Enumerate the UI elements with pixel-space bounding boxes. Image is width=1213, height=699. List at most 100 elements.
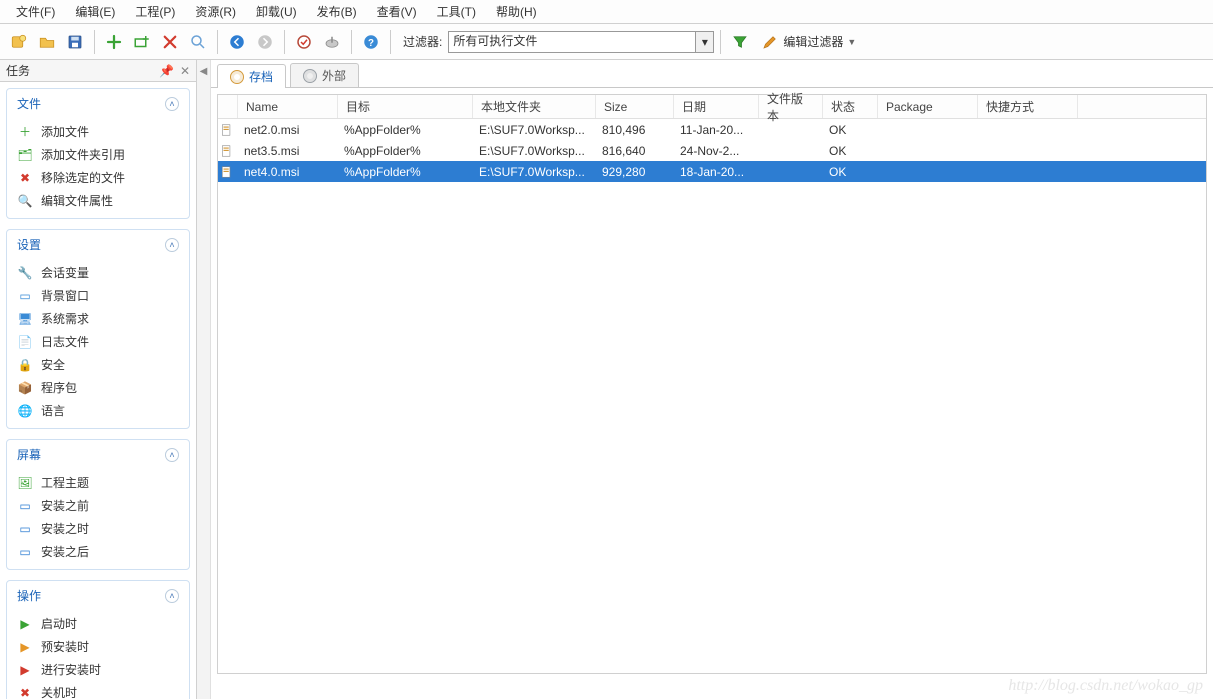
task-group-header[interactable]: 设置 ˄ bbox=[7, 230, 189, 259]
task-group-header[interactable]: 操作˄ bbox=[7, 581, 189, 610]
task-item-icon: 🖥 bbox=[17, 311, 33, 327]
task-item-icon: ✖ bbox=[17, 170, 33, 186]
pin-icon[interactable]: 📌 bbox=[159, 64, 174, 78]
grid-column-header[interactable]: 文件版本 bbox=[759, 95, 823, 118]
task-item[interactable]: ▭ 安装之后 bbox=[7, 540, 189, 563]
task-item[interactable]: ✖关机时 bbox=[7, 681, 189, 699]
grid-column-header[interactable]: 目标 bbox=[338, 95, 473, 118]
menu-item[interactable]: 帮助(H) bbox=[486, 1, 547, 22]
pencil-icon bbox=[761, 33, 779, 51]
search-button[interactable] bbox=[185, 29, 211, 55]
task-item-icon: 🔧 bbox=[17, 265, 33, 281]
table-cell: OK bbox=[821, 144, 876, 158]
task-item[interactable]: ✖移除选定的文件 bbox=[7, 166, 189, 189]
menu-item[interactable]: 编辑(E) bbox=[65, 1, 125, 22]
task-item-icon: ▭ bbox=[17, 544, 33, 560]
chevron-left-icon[interactable]: ◀ bbox=[200, 66, 208, 699]
task-item-label: 安全 bbox=[41, 356, 65, 373]
toolbar-separator bbox=[351, 30, 352, 54]
grid-column-header[interactable]: 本地文件夹 bbox=[473, 95, 596, 118]
table-cell: OK bbox=[821, 165, 876, 179]
task-item[interactable]: 🔧 会话变量 bbox=[7, 261, 189, 284]
chevron-up-icon[interactable]: ˄ bbox=[165, 97, 179, 111]
chevron-down-icon[interactable]: ▾ bbox=[696, 31, 714, 53]
forward-button[interactable] bbox=[252, 29, 278, 55]
help-button[interactable]: ? bbox=[358, 29, 384, 55]
menu-item[interactable]: 工程(P) bbox=[125, 1, 185, 22]
delete-button[interactable] bbox=[157, 29, 183, 55]
grid-column-header[interactable]: Package bbox=[878, 95, 978, 118]
menu-item[interactable]: 文件(F) bbox=[6, 1, 65, 22]
grid-column-header[interactable]: 日期 bbox=[674, 95, 759, 118]
chevron-up-icon[interactable]: ˄ bbox=[165, 238, 179, 252]
collapse-gutter[interactable]: ◀ bbox=[197, 60, 211, 699]
grid-column-header[interactable]: 快捷方式 bbox=[978, 95, 1078, 118]
tab-icon bbox=[230, 70, 244, 84]
table-cell: %AppFolder% bbox=[336, 144, 471, 158]
publish-button[interactable] bbox=[319, 29, 345, 55]
menu-item[interactable]: 发布(B) bbox=[307, 1, 367, 22]
task-group: 文件˄＋添加文件🗂添加文件夹引用✖移除选定的文件🔍编辑文件属性 bbox=[6, 88, 190, 219]
task-item[interactable]: 🖼工程主题 bbox=[7, 471, 189, 494]
filter-value[interactable]: 所有可执行文件 bbox=[448, 31, 696, 53]
save-button[interactable] bbox=[62, 29, 88, 55]
grid-column-header[interactable]: Name bbox=[238, 95, 338, 118]
menu-item[interactable]: 卸载(U) bbox=[246, 1, 307, 22]
content-tab[interactable]: 存档 bbox=[217, 64, 286, 88]
task-group-header[interactable]: 屏幕˄ bbox=[7, 440, 189, 469]
task-item-icon: ▭ bbox=[17, 521, 33, 537]
task-item-label: 安装之前 bbox=[41, 497, 89, 514]
task-item[interactable]: 🔒安全 bbox=[7, 353, 189, 376]
chevron-up-icon[interactable]: ˄ bbox=[165, 589, 179, 603]
filter-label: 过滤器: bbox=[403, 33, 442, 50]
task-group-header[interactable]: 文件˄ bbox=[7, 89, 189, 118]
table-row[interactable]: net4.0.msi%AppFolder%E:\SUF7.0Worksp...9… bbox=[218, 161, 1206, 182]
table-row[interactable]: net2.0.msi%AppFolder%E:\SUF7.0Worksp...8… bbox=[218, 119, 1206, 140]
back-button[interactable] bbox=[224, 29, 250, 55]
open-project-button[interactable] bbox=[34, 29, 60, 55]
task-item[interactable]: 🖥系统需求 bbox=[7, 307, 189, 330]
task-item-label: 编辑文件属性 bbox=[41, 192, 113, 209]
task-item-label: 安装之时 bbox=[41, 520, 89, 537]
task-item[interactable]: 🌐语言 bbox=[7, 399, 189, 422]
edit-filter-button[interactable]: 编辑过滤器 ▼ bbox=[755, 29, 862, 55]
task-item-label: 会话变量 bbox=[41, 264, 89, 281]
close-icon[interactable]: ✕ bbox=[180, 64, 190, 78]
task-item[interactable]: ▭ 安装之时 bbox=[7, 517, 189, 540]
content-tab[interactable]: 外部 bbox=[290, 63, 359, 87]
task-item-label: 添加文件 bbox=[41, 123, 89, 140]
task-item-label: 工程主题 bbox=[41, 474, 89, 491]
grid-column-header[interactable]: Size bbox=[596, 95, 674, 118]
task-item[interactable]: 📦程序包 bbox=[7, 376, 189, 399]
build-button[interactable] bbox=[291, 29, 317, 55]
task-item-icon: ▶ bbox=[17, 639, 33, 655]
task-item[interactable]: ▭背景窗口 bbox=[7, 284, 189, 307]
task-item[interactable]: ▶进行安装时 bbox=[7, 658, 189, 681]
task-item[interactable]: ▶预安装时 bbox=[7, 635, 189, 658]
file-icon bbox=[218, 123, 236, 137]
task-item[interactable]: ▭安装之前 bbox=[7, 494, 189, 517]
task-item[interactable]: 🔍编辑文件属性 bbox=[7, 189, 189, 212]
table-row[interactable]: net3.5.msi%AppFolder%E:\SUF7.0Worksp...8… bbox=[218, 140, 1206, 161]
add-button[interactable] bbox=[101, 29, 127, 55]
task-item-label: 背景窗口 bbox=[41, 287, 89, 304]
new-project-button[interactable] bbox=[6, 29, 32, 55]
task-item[interactable]: 📄日志文件 bbox=[7, 330, 189, 353]
menu-item[interactable]: 工具(T) bbox=[427, 1, 486, 22]
filter-funnel-button[interactable] bbox=[727, 29, 753, 55]
task-item[interactable]: ▶启动时 bbox=[7, 612, 189, 635]
task-item[interactable]: ＋添加文件 bbox=[7, 120, 189, 143]
grid-column-header[interactable]: 状态 bbox=[823, 95, 878, 118]
task-item-icon: 📦 bbox=[17, 380, 33, 396]
table-cell: 24-Nov-2... bbox=[672, 144, 757, 158]
chevron-up-icon[interactable]: ˄ bbox=[165, 448, 179, 462]
task-item[interactable]: 🗂添加文件夹引用 bbox=[7, 143, 189, 166]
table-cell: 11-Jan-20... bbox=[672, 123, 757, 137]
task-item-icon: 📄 bbox=[17, 334, 33, 350]
menu-item[interactable]: 查看(V) bbox=[367, 1, 427, 22]
filter-select[interactable]: 所有可执行文件 ▾ bbox=[448, 31, 714, 53]
task-item-label: 安装之后 bbox=[41, 543, 89, 560]
menu-item[interactable]: 资源(R) bbox=[185, 1, 246, 22]
add-folder-button[interactable] bbox=[129, 29, 155, 55]
task-group-title: 设置 bbox=[17, 236, 41, 253]
